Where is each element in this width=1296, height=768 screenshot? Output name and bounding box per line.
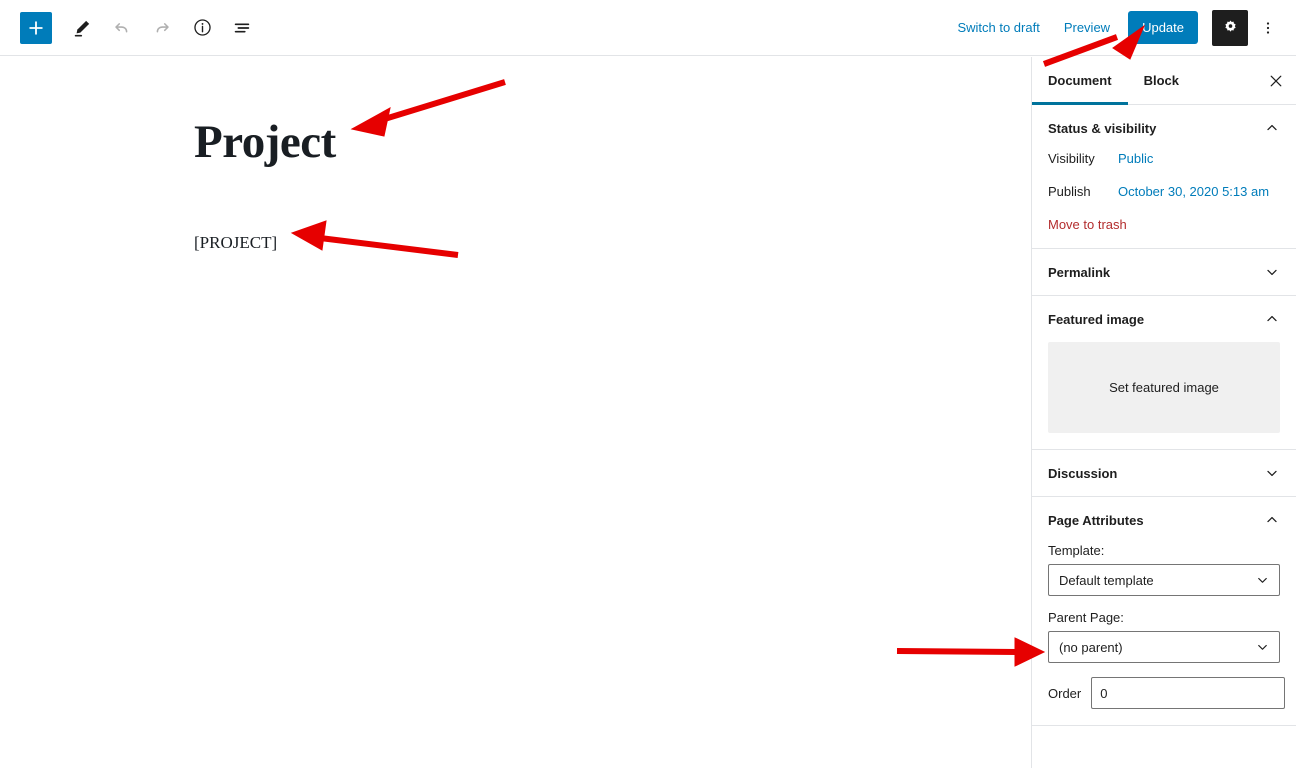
panel-body-featured-image: Set featured image — [1032, 342, 1296, 449]
list-view-icon — [234, 23, 250, 32]
order-row: Order — [1048, 677, 1286, 709]
panel-page-attributes: Page Attributes Template: Default templa… — [1032, 497, 1296, 726]
info-icon — [193, 19, 211, 36]
panel-title-permalink: Permalink — [1048, 264, 1111, 280]
settings-gear-button[interactable] — [1212, 9, 1248, 46]
parent-page-select[interactable]: (no parent) — [1048, 631, 1280, 663]
template-select[interactable]: Default template — [1048, 564, 1280, 596]
parent-page-selected-value: (no parent) — [1059, 639, 1123, 655]
undo-button[interactable] — [104, 10, 140, 46]
redo-icon — [156, 22, 169, 32]
chevron-down-icon — [1258, 644, 1267, 650]
settings-sidebar: Document Block Status & visibility Visib… — [1031, 57, 1296, 768]
chevron-up-icon — [1267, 516, 1277, 523]
panel-featured-image: Featured image Set featured image — [1032, 296, 1296, 450]
plus-icon — [29, 20, 43, 35]
chevron-up-icon — [1267, 315, 1277, 322]
order-label: Order — [1048, 685, 1082, 701]
chevron-up-icon — [1267, 124, 1277, 131]
chevron-down-icon — [1267, 269, 1277, 276]
publish-date-button[interactable]: October 30, 2020 5:13 am — [1118, 184, 1269, 199]
tab-block[interactable]: Block — [1128, 57, 1195, 104]
update-button[interactable]: Update — [1128, 11, 1198, 44]
template-selected-value: Default template — [1059, 572, 1154, 588]
panel-status-visibility: Status & visibility Visibility Public Pu… — [1032, 105, 1296, 249]
chevron-down-icon — [1258, 577, 1267, 583]
visibility-label: Visibility — [1048, 151, 1095, 166]
list-view-button[interactable] — [224, 10, 260, 46]
undo-icon — [115, 22, 128, 32]
panel-header-featured-image[interactable]: Featured image — [1032, 296, 1296, 342]
panel-header-discussion[interactable]: Discussion — [1032, 450, 1296, 496]
close-sidebar-button[interactable] — [1256, 57, 1296, 104]
chevron-down-icon — [1267, 470, 1277, 477]
visibility-value-button[interactable]: Public — [1118, 151, 1153, 166]
publish-row: Publish October 30, 2020 5:13 am — [1048, 184, 1280, 199]
close-icon — [1270, 75, 1282, 86]
tools-pencil-button[interactable] — [64, 10, 100, 46]
panel-title-discussion: Discussion — [1048, 465, 1118, 481]
pencil-icon — [74, 20, 90, 37]
wordpress-block-editor: Switch to draft Preview Update Project [… — [0, 0, 1296, 768]
toolbar-left-group — [0, 10, 260, 46]
details-info-button[interactable] — [184, 10, 220, 46]
template-label: Template: — [1048, 543, 1105, 558]
paragraph-block[interactable]: [PROJECT] — [194, 230, 277, 256]
redo-button[interactable] — [144, 10, 180, 46]
preview-button[interactable]: Preview — [1052, 14, 1122, 41]
vertical-ellipsis-icon — [1266, 21, 1270, 34]
move-to-trash-button[interactable]: Move to trash — [1048, 217, 1127, 232]
panel-title-featured-image: Featured image — [1048, 311, 1145, 327]
parent-page-label: Parent Page: — [1048, 610, 1124, 625]
sidebar-tab-bar: Document Block — [1032, 57, 1296, 105]
panel-body-status-visibility: Visibility Public Publish October 30, 20… — [1032, 151, 1296, 248]
editor-toolbar: Switch to draft Preview Update — [0, 0, 1296, 56]
panel-header-permalink[interactable]: Permalink — [1032, 249, 1296, 295]
panel-header-status-visibility[interactable]: Status & visibility — [1032, 105, 1296, 151]
more-options-button[interactable] — [1250, 10, 1286, 46]
set-featured-image-button[interactable]: Set featured image — [1048, 342, 1280, 433]
panel-title-status-visibility: Status & visibility — [1048, 120, 1157, 136]
panel-permalink: Permalink — [1032, 249, 1296, 296]
editor-canvas: Project [PROJECT] — [0, 57, 1031, 768]
switch-to-draft-button[interactable]: Switch to draft — [945, 14, 1051, 41]
tab-document[interactable]: Document — [1032, 57, 1128, 105]
gear-icon — [1224, 20, 1236, 32]
publish-label: Publish — [1048, 184, 1091, 199]
panel-body-page-attributes: Template: Default template Parent Page: … — [1032, 543, 1296, 725]
panel-header-page-attributes[interactable]: Page Attributes — [1032, 497, 1296, 543]
order-input[interactable] — [1091, 677, 1286, 709]
panel-discussion: Discussion — [1032, 450, 1296, 497]
toolbar-right-group: Switch to draft Preview Update — [945, 9, 1296, 46]
visibility-row: Visibility Public — [1048, 151, 1280, 166]
panel-title-page-attributes: Page Attributes — [1048, 512, 1144, 528]
post-title-block[interactable]: Project — [194, 119, 336, 166]
add-block-button[interactable] — [20, 11, 52, 44]
